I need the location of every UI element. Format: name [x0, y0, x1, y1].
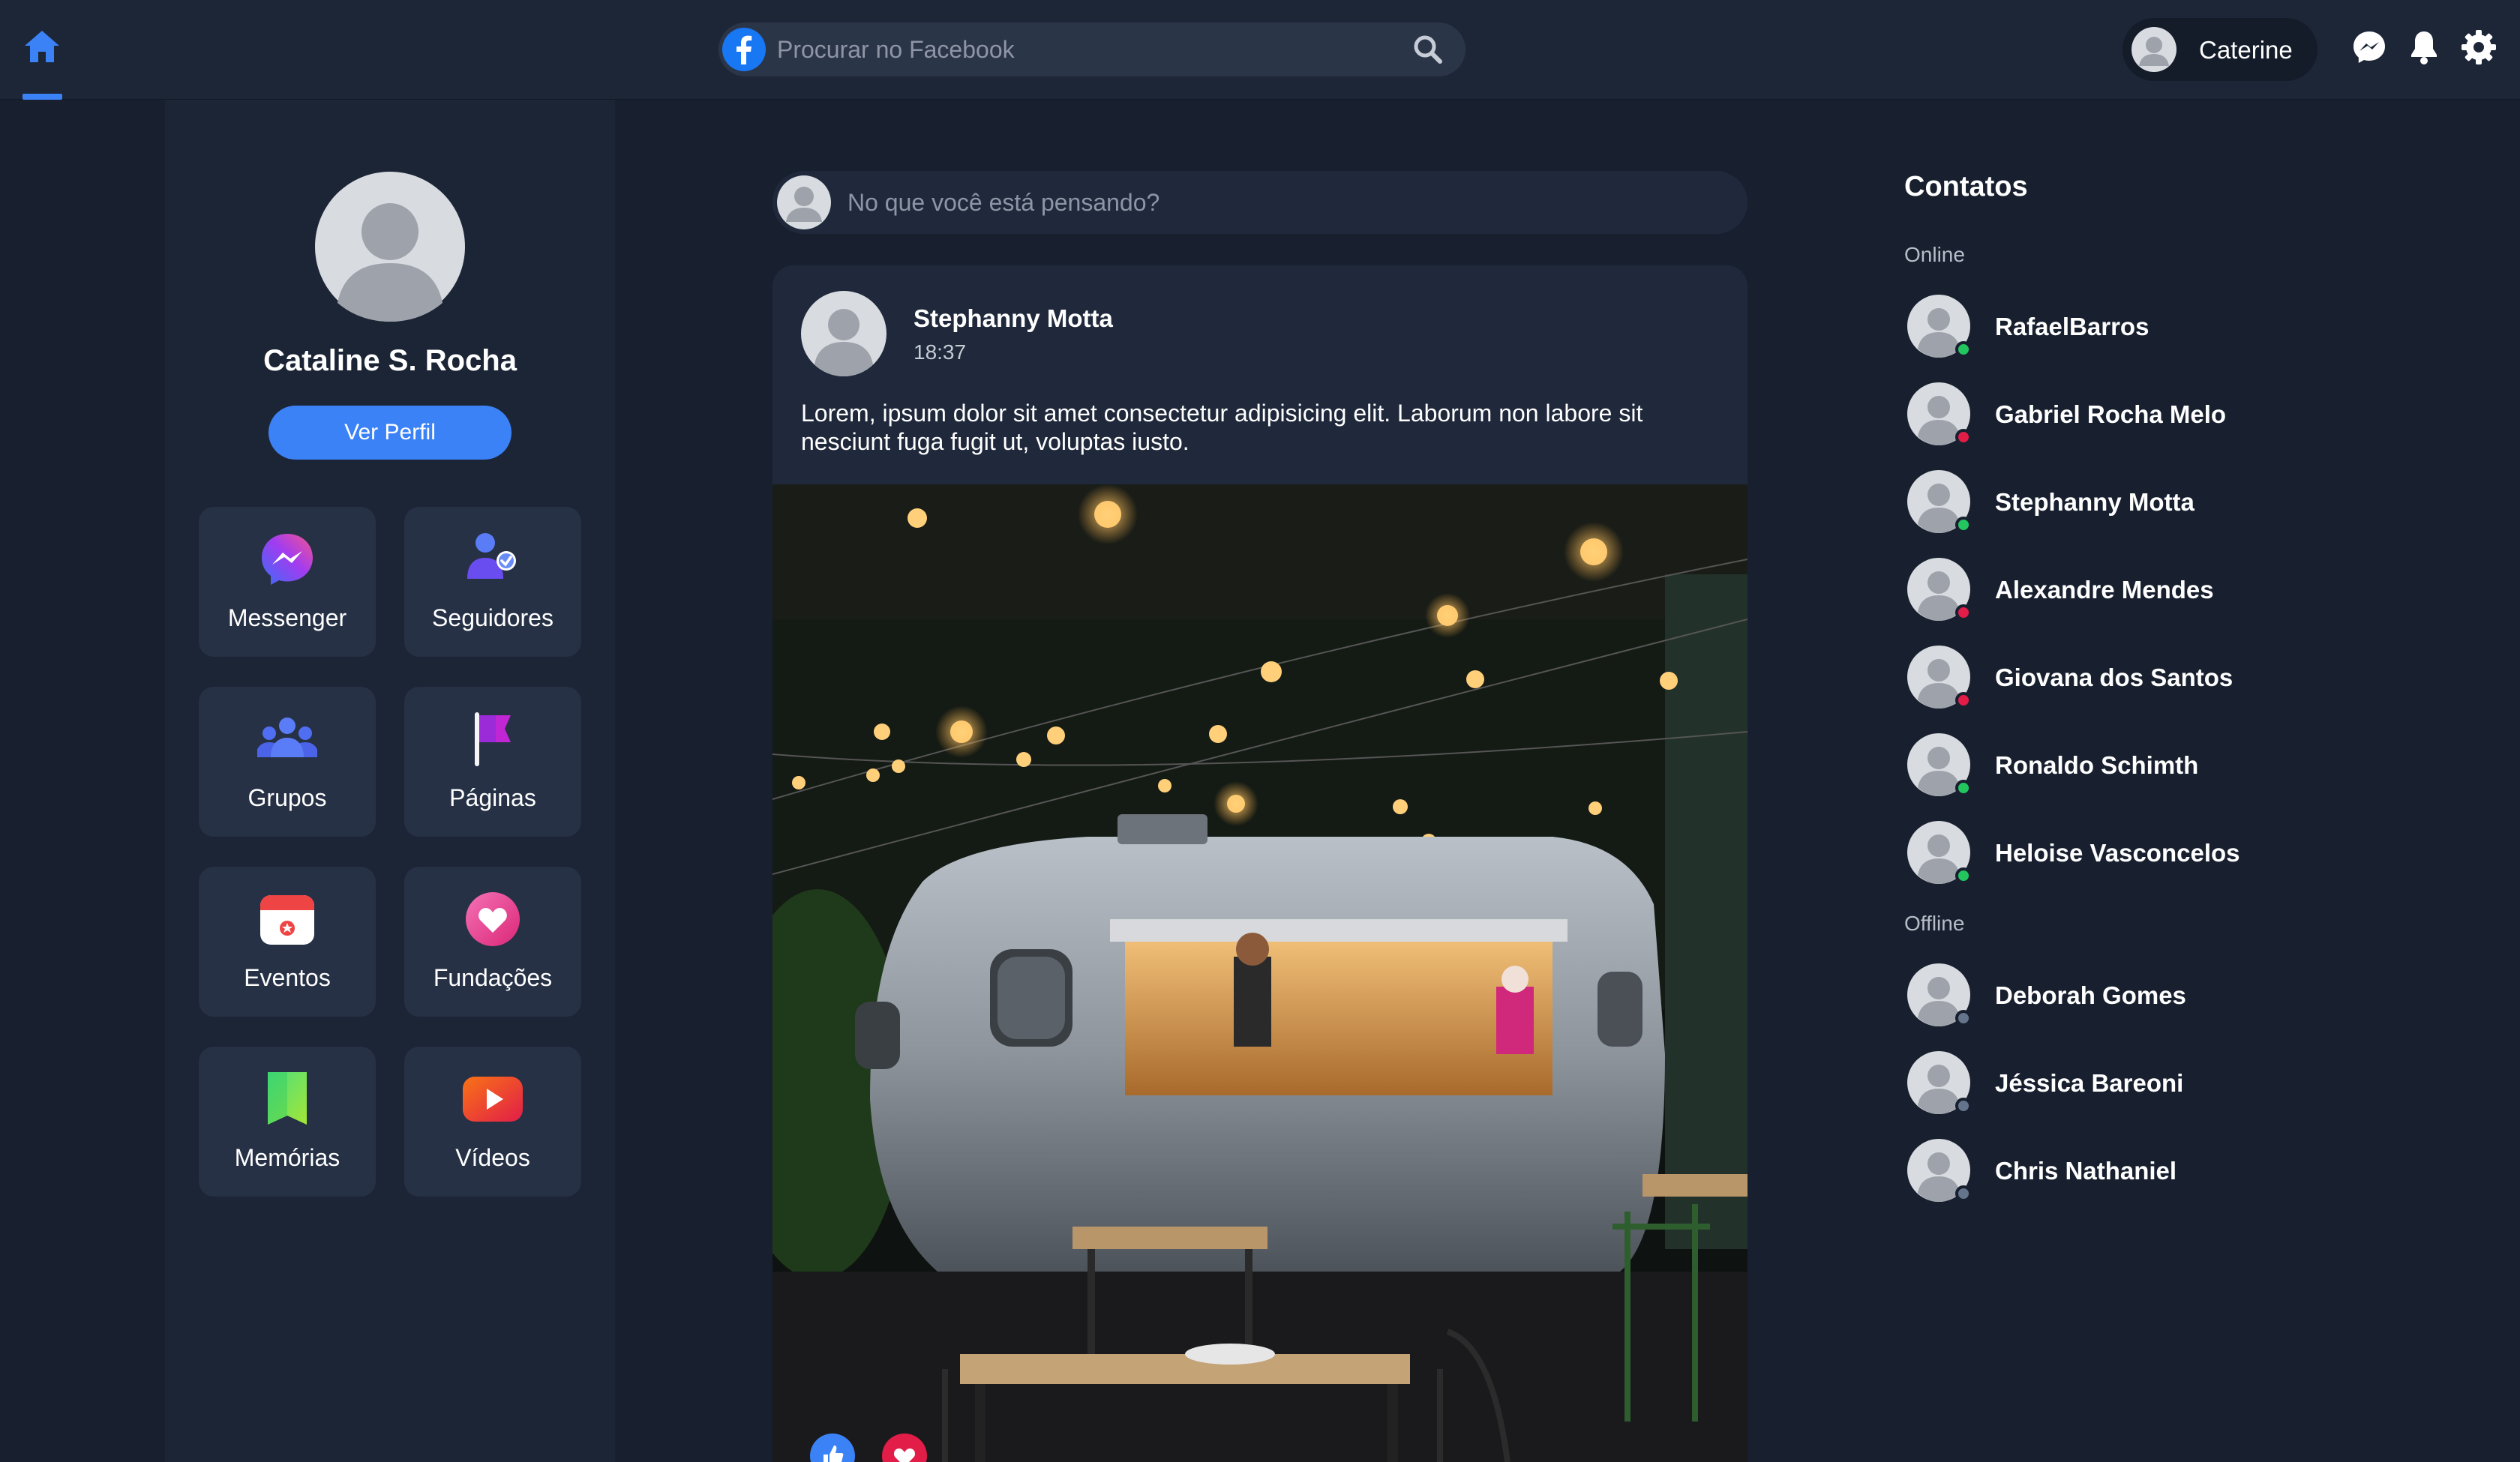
messenger-icon	[262, 534, 313, 585]
post-timestamp[interactable]: 18:37	[914, 340, 966, 364]
avatar	[777, 175, 831, 229]
contact-name: RafaelBarros	[1995, 313, 2150, 340]
online-section-label: Online	[1904, 243, 1965, 266]
post-text: Lorem, ipsum dolor sit amet consectetur …	[801, 400, 1643, 455]
shortcut-fundraisers[interactable]: Fundações	[404, 867, 581, 1017]
search-bar[interactable]	[718, 22, 1466, 76]
post-author-name[interactable]: Stephanny Motta	[914, 304, 1113, 333]
post-photo[interactable]	[772, 484, 1748, 1462]
tile-label: Eventos	[244, 964, 331, 991]
shortcut-events[interactable]: Eventos	[199, 867, 376, 1017]
home-button[interactable]	[18, 22, 66, 70]
user-menu-button[interactable]: Caterine	[2122, 18, 2318, 81]
contact-name: Stephanny Motta	[1995, 488, 2194, 516]
contact-item-stephanny-motta[interactable]: Stephanny Motta	[1904, 467, 2324, 535]
top-bar: Caterine	[0, 0, 2520, 100]
shortcut-followers[interactable]: Seguidores	[404, 507, 581, 657]
contact-item-gabriel-rocha-melo[interactable]: Gabriel Rocha Melo	[1904, 379, 2324, 447]
presence-status-dot	[1955, 429, 1972, 445]
contact-name: Heloise Vasconcelos	[1995, 839, 2240, 867]
contact-item-heloise-vasconcelos[interactable]: Heloise Vasconcelos	[1904, 818, 2324, 885]
tile-label: Páginas	[449, 784, 536, 811]
view-profile-button[interactable]: Ver Perfil	[268, 406, 512, 460]
contact-item-ronaldo-schimth[interactable]: Ronaldo Schimth	[1904, 730, 2324, 798]
contact-name: Ronaldo Schimth	[1995, 751, 2199, 779]
contact-name: Jéssica Bareoni	[1995, 1069, 2184, 1097]
bookmark-icon	[268, 1072, 307, 1125]
contact-item-chris-nathaniel[interactable]: Chris Nathaniel	[1904, 1136, 2324, 1203]
offline-section-label: Offline	[1904, 912, 1965, 935]
tile-label: Vídeos	[455, 1144, 530, 1171]
post-composer[interactable]	[772, 171, 1748, 234]
contact-item-rafaelbarros[interactable]: RafaelBarros	[1904, 292, 2324, 359]
contact-name: Chris Nathaniel	[1995, 1157, 2177, 1185]
avatar	[2132, 27, 2176, 72]
shortcut-pages[interactable]: Páginas	[404, 687, 581, 837]
presence-status-dot	[1955, 1010, 1972, 1026]
heart-icon	[466, 892, 520, 946]
left-sidebar: Cataline S. Rocha Ver Perfil Messenger S…	[165, 100, 615, 1462]
presence-status-dot	[1955, 341, 1972, 358]
contact-name: Giovana dos Santos	[1995, 664, 2234, 691]
profile-avatar[interactable]	[315, 172, 465, 322]
pages-flag-icon	[475, 712, 511, 766]
contacts-title: Contatos	[1904, 171, 2028, 202]
contact-name: Alexandre Mendes	[1995, 576, 2214, 604]
feed-post: Stephanny Motta 18:37 Lorem, ipsum dolor…	[772, 265, 1748, 1462]
settings-gear-icon[interactable]	[2460, 28, 2498, 66]
presence-status-dot	[1955, 867, 1972, 884]
shortcut-messenger[interactable]: Messenger	[199, 507, 376, 657]
tile-label: Fundações	[433, 964, 553, 991]
shortcut-groups[interactable]: Grupos	[199, 687, 376, 837]
active-tab-indicator	[22, 94, 62, 100]
presence-status-dot	[1955, 517, 1972, 533]
tile-label: Grupos	[248, 784, 327, 811]
presence-status-dot	[1955, 692, 1972, 709]
post-author-avatar[interactable]	[801, 291, 886, 376]
presence-status-dot	[1955, 780, 1972, 796]
contact-item-deborah-gomes[interactable]: Deborah Gomes	[1904, 960, 2324, 1028]
presence-status-dot	[1955, 604, 1972, 621]
messenger-icon[interactable]	[2350, 28, 2388, 66]
groups-icon	[257, 718, 317, 757]
composer-input[interactable]	[848, 183, 1710, 222]
contact-item-giovana-dos-santos[interactable]: Giovana dos Santos	[1904, 643, 2324, 710]
contact-item-jéssica-bareoni[interactable]: Jéssica Bareoni	[1904, 1048, 2324, 1116]
notifications-bell-icon[interactable]	[2405, 28, 2443, 66]
contact-name: Deborah Gomes	[1995, 981, 2186, 1009]
search-input[interactable]	[777, 30, 1362, 69]
love-reaction-icon[interactable]	[882, 1434, 927, 1462]
facebook-logo-icon[interactable]	[722, 27, 766, 72]
contact-item-alexandre-mendes[interactable]: Alexandre Mendes	[1904, 555, 2324, 622]
tile-label: Messenger	[227, 604, 347, 631]
like-reaction-icon[interactable]	[810, 1434, 855, 1462]
home-icon	[25, 31, 59, 62]
followers-icon	[467, 533, 516, 579]
user-name: Caterine	[2199, 36, 2293, 64]
tile-label: Seguidores	[432, 604, 554, 631]
video-icon	[463, 1077, 523, 1122]
calendar-icon	[260, 895, 314, 945]
contact-name: Gabriel Rocha Melo	[1995, 400, 2227, 428]
shortcut-videos[interactable]: Vídeos	[404, 1047, 581, 1197]
presence-status-dot	[1955, 1185, 1972, 1202]
presence-status-dot	[1955, 1098, 1972, 1114]
shortcut-memories[interactable]: Memórias	[199, 1047, 376, 1197]
profile-name: Cataline S. Rocha	[263, 344, 517, 377]
search-icon[interactable]	[1412, 33, 1444, 66]
tile-label: Memórias	[234, 1144, 340, 1171]
